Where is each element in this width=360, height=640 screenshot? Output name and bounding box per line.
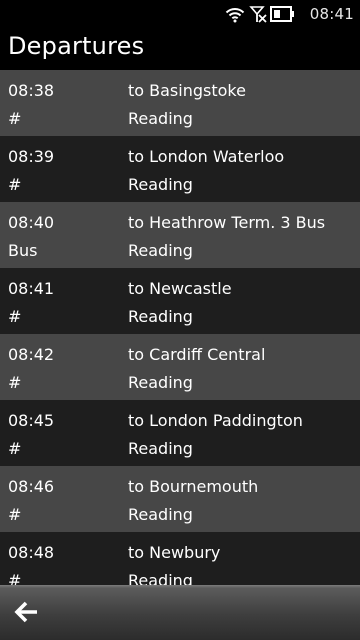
- departure-station: Reading: [128, 571, 193, 585]
- departure-platform: #: [8, 439, 22, 458]
- departure-list[interactable]: 08:38 to Basingstoke # Reading 08:39 to …: [0, 70, 360, 585]
- departure-platform: #: [8, 175, 22, 194]
- bottom-toolbar: [0, 585, 360, 640]
- departure-platform: #: [8, 373, 22, 392]
- back-button[interactable]: [4, 591, 50, 633]
- departure-platform: #: [8, 307, 22, 326]
- departure-destination: to Heathrow Term. 3 Bus: [128, 213, 326, 232]
- departure-destination: to Cardiff Central: [128, 345, 266, 364]
- departure-row[interactable]: 08:41 to Newcastle # Reading: [0, 268, 360, 334]
- departure-platform: #: [8, 505, 22, 524]
- departure-row[interactable]: 08:38 to Basingstoke # Reading: [0, 70, 360, 136]
- departure-platform: #: [8, 571, 22, 585]
- status-icons: 08:41: [225, 0, 360, 28]
- departure-station: Reading: [128, 109, 193, 128]
- departure-time: 08:39: [8, 147, 55, 166]
- departure-platform: Bus: [8, 241, 38, 260]
- departure-destination: to London Waterloo: [128, 147, 285, 166]
- departure-station: Reading: [128, 307, 193, 326]
- status-time: 08:41: [309, 5, 354, 23]
- back-arrow-icon: [14, 601, 37, 623]
- departure-destination: to Newbury: [128, 543, 221, 562]
- departures-screen: 08:41 Departures 08:38 to Basingstoke # …: [0, 0, 360, 640]
- departure-time: 08:48: [8, 543, 55, 562]
- departure-destination: to Newcastle: [128, 279, 232, 298]
- departure-row[interactable]: 08:42 to Cardiff Central # Reading: [0, 334, 360, 400]
- departure-row[interactable]: 08:46 to Bournemouth # Reading: [0, 466, 360, 532]
- status-bar: 08:41: [0, 0, 360, 28]
- departure-time: 08:38: [8, 81, 55, 100]
- departure-time: 08:46: [8, 477, 55, 496]
- departure-row[interactable]: 08:40 to Heathrow Term. 3 Bus Bus Readin…: [0, 202, 360, 268]
- departure-time: 08:42: [8, 345, 55, 364]
- departure-time: 08:40: [8, 213, 55, 232]
- departure-station: Reading: [128, 373, 193, 392]
- departure-station: Reading: [128, 505, 193, 524]
- departure-time: 08:41: [8, 279, 55, 298]
- departure-station: Reading: [128, 175, 193, 194]
- no-sim-signal-icon: [249, 6, 267, 23]
- page-title: Departures: [8, 32, 145, 60]
- departure-destination: to London Paddington: [128, 411, 303, 430]
- departure-time: 08:45: [8, 411, 55, 430]
- departure-destination: to Bournemouth: [128, 477, 259, 496]
- departure-station: Reading: [128, 439, 193, 458]
- departure-station: Reading: [128, 241, 193, 260]
- battery-icon: [269, 6, 294, 22]
- departure-platform: #: [8, 109, 22, 128]
- departure-destination: to Basingstoke: [128, 81, 246, 100]
- title-bar: Departures: [0, 28, 360, 70]
- wifi-icon: [225, 8, 244, 23]
- departure-row[interactable]: 08:45 to London Paddington # Reading: [0, 400, 360, 466]
- departure-row[interactable]: 08:48 to Newbury # Reading: [0, 532, 360, 585]
- departure-row[interactable]: 08:39 to London Waterloo # Reading: [0, 136, 360, 202]
